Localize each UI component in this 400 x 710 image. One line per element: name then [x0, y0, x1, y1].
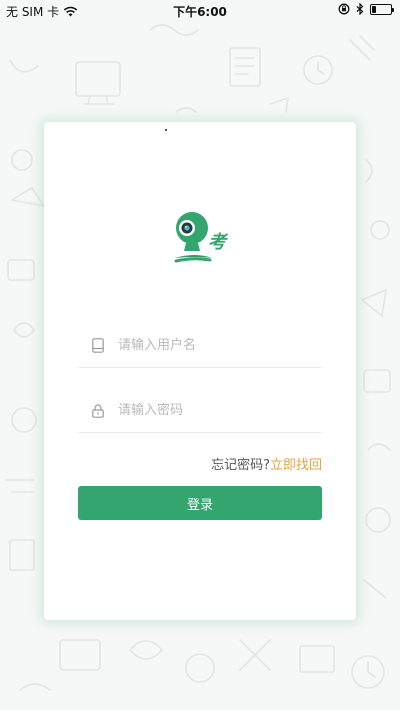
recover-password-link[interactable]: 立即找回: [270, 458, 322, 473]
username-input[interactable]: [118, 338, 308, 353]
battery-fill: [372, 5, 376, 13]
card-dot: [165, 129, 167, 131]
phone-icon: [90, 338, 106, 354]
login-card: 考 忘记密码?立即找回 登录: [44, 122, 356, 620]
forgot-password-row: 忘记密码?立即找回: [211, 454, 322, 473]
status-bar: 无 SIM 卡 下午6:00: [0, 0, 400, 22]
username-field: [78, 324, 322, 368]
password-field: [78, 389, 322, 433]
lock-icon: [90, 403, 106, 419]
app-logo-webcam-icon: 考: [174, 212, 229, 263]
status-right: [338, 3, 394, 15]
password-input[interactable]: [118, 403, 308, 418]
logo-text: 考: [208, 232, 229, 253]
rotation-lock-icon: [338, 3, 350, 15]
forgot-password-label: 忘记密码?: [211, 458, 270, 473]
bluetooth-icon: [356, 3, 364, 15]
battery-icon: [370, 3, 394, 15]
login-button[interactable]: 登录: [78, 486, 322, 520]
